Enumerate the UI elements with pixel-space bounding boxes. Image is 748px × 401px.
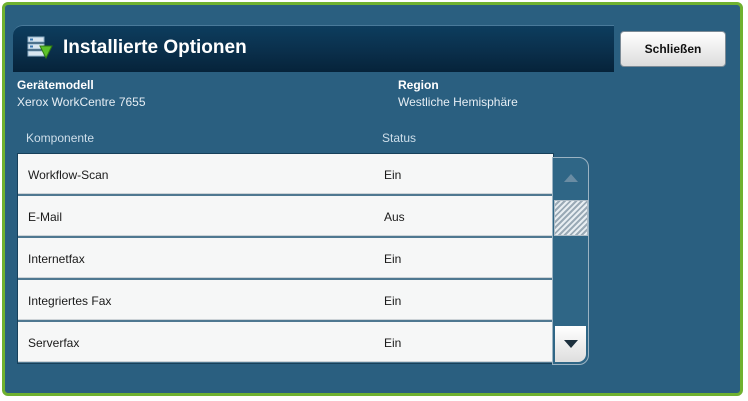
component-name: E-Mail bbox=[28, 210, 63, 224]
component-status: Aus bbox=[384, 210, 405, 224]
component-status: Ein bbox=[384, 252, 402, 266]
component-status: Ein bbox=[384, 336, 402, 350]
component-name: Workflow-Scan bbox=[28, 168, 109, 182]
column-header-status: Status bbox=[382, 131, 417, 145]
list-item[interactable]: Integriertes Fax Ein bbox=[18, 280, 553, 320]
component-status: Ein bbox=[384, 168, 402, 182]
component-name: Serverfax bbox=[28, 336, 80, 350]
region-value: Westliche Hemisphäre bbox=[398, 95, 518, 109]
scroll-down-button[interactable] bbox=[555, 326, 586, 362]
title-bar: Installierte Optionen bbox=[13, 25, 614, 72]
region-label: Region bbox=[398, 78, 439, 92]
installed-options-dialog: Installierte Optionen Schließen Gerätemo… bbox=[2, 2, 743, 396]
installed-options-icon bbox=[27, 36, 53, 60]
close-button[interactable]: Schließen bbox=[620, 31, 726, 67]
device-model-label: Gerätemodell bbox=[17, 78, 94, 92]
list-item[interactable]: Internetfax Ein bbox=[18, 238, 553, 278]
scroll-up-button[interactable] bbox=[555, 160, 586, 196]
scrollbar[interactable] bbox=[552, 157, 589, 365]
scroll-thumb[interactable] bbox=[554, 200, 588, 236]
scroll-up-arrow-icon bbox=[563, 169, 578, 187]
component-name: Internetfax bbox=[28, 252, 85, 266]
list-item[interactable]: Workflow-Scan Ein bbox=[18, 154, 553, 194]
column-header-component: Komponente bbox=[26, 131, 95, 145]
list-item[interactable]: Serverfax Ein bbox=[18, 322, 553, 362]
list-item[interactable]: E-Mail Aus bbox=[18, 196, 553, 236]
component-name: Integriertes Fax bbox=[28, 294, 112, 308]
device-model-value: Xerox WorkCentre 7655 bbox=[17, 95, 146, 109]
scroll-down-arrow-icon bbox=[563, 335, 578, 353]
component-status: Ein bbox=[384, 294, 402, 308]
page-title: Installierte Optionen bbox=[63, 37, 247, 58]
options-list: Workflow-Scan Ein E-Mail Aus Internetfax… bbox=[17, 153, 554, 364]
